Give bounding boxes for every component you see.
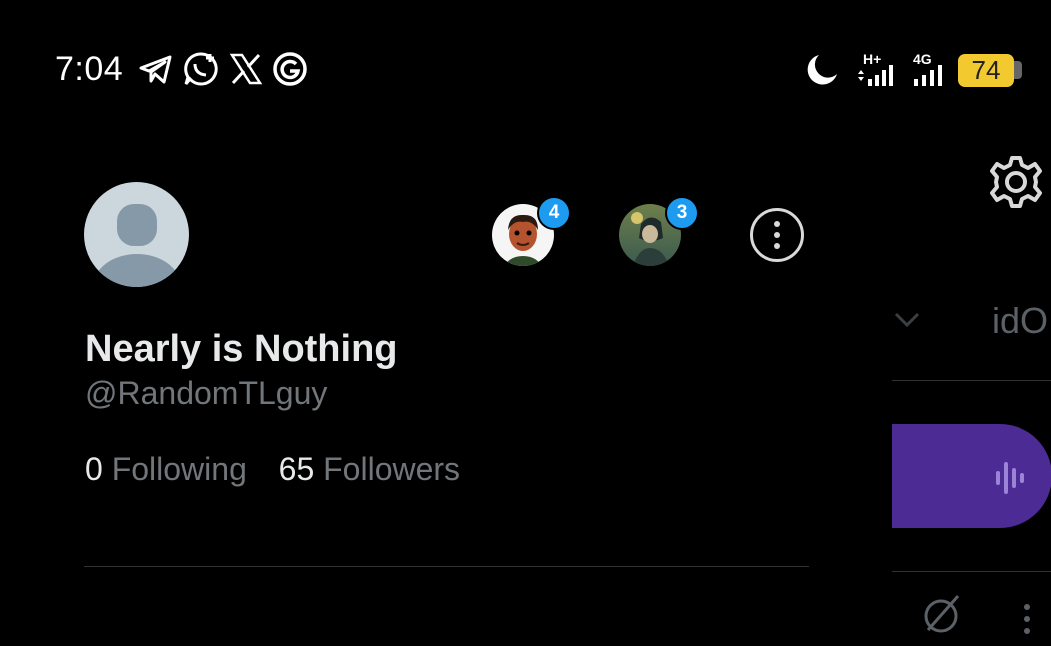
battery-indicator: 74 <box>958 54 1014 87</box>
chevron-down-icon[interactable] <box>890 305 924 333</box>
settings-gear-icon[interactable] <box>986 152 1046 212</box>
display-name[interactable]: Nearly is Nothing <box>85 328 398 371</box>
grok-logo-icon[interactable] <box>918 590 964 636</box>
following-link[interactable]: 0 Following <box>85 451 256 487</box>
background-divider-2 <box>892 571 1051 572</box>
more-dot-icon <box>774 243 780 249</box>
background-partial-text: idO <box>992 300 1049 341</box>
followers-label: Followers <box>323 451 461 487</box>
followers-link[interactable]: 65 Followers <box>279 451 460 487</box>
following-label: Following <box>111 451 247 487</box>
background-timeline <box>892 140 1051 639</box>
default-avatar-icon <box>93 204 181 287</box>
battery-level: 74 <box>971 55 1001 85</box>
notification-badge-account-2: 3 <box>665 196 699 230</box>
side-drawer: 4 3 Nearly is Nothing @RandomTLguy 0 Fol… <box>0 0 892 639</box>
followers-count: 65 <box>278 451 315 487</box>
more-dot-icon <box>774 232 780 238</box>
voice-button[interactable] <box>892 424 1051 528</box>
more-dot-icon <box>774 221 780 227</box>
notification-badge-account-1: 4 <box>537 196 571 230</box>
profile-avatar[interactable] <box>84 182 189 287</box>
more-vertical-icon[interactable] <box>1022 601 1032 641</box>
voice-wave-icon <box>995 458 1025 498</box>
background-divider <box>892 380 1051 381</box>
more-options-button[interactable] <box>750 208 804 262</box>
following-count: 0 <box>85 451 103 487</box>
signal-icon-2 <box>912 62 948 86</box>
drawer-divider <box>84 566 809 567</box>
follow-stats: 0 Following 65 Followers <box>85 451 460 488</box>
user-handle[interactable]: @RandomTLguy <box>85 375 327 412</box>
battery-cap <box>1014 61 1022 79</box>
